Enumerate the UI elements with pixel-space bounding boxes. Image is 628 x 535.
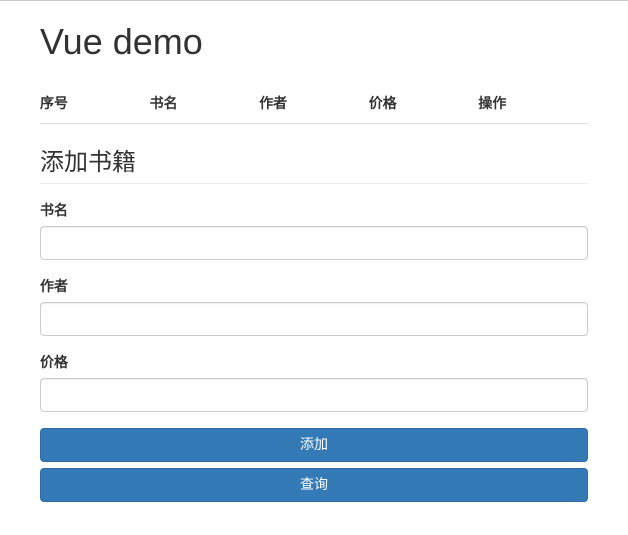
table-header-price: 价格 [369, 93, 479, 113]
author-input[interactable] [40, 302, 588, 336]
form-group-author: 作者 [40, 276, 588, 336]
add-button[interactable]: 添加 [40, 428, 588, 462]
table-header-serial: 序号 [40, 93, 150, 113]
price-label: 价格 [40, 352, 588, 372]
bookname-input[interactable] [40, 226, 588, 260]
search-button[interactable]: 查询 [40, 468, 588, 502]
main-container: Vue demo 序号 书名 作者 价格 操作 添加书籍 书名 作者 价格 添加… [0, 1, 628, 528]
bookname-label: 书名 [40, 200, 588, 220]
table-header-author: 作者 [259, 93, 369, 113]
form-group-bookname: 书名 [40, 200, 588, 260]
button-group: 添加 查询 [40, 428, 588, 502]
author-label: 作者 [40, 276, 588, 296]
form-group-price: 价格 [40, 352, 588, 412]
table-header-bookname: 书名 [150, 93, 260, 113]
price-input[interactable] [40, 378, 588, 412]
form-title: 添加书籍 [40, 142, 588, 184]
table-header-action: 操作 [478, 93, 588, 113]
table-header-row: 序号 书名 作者 价格 操作 [40, 83, 588, 124]
page-title: Vue demo [40, 21, 588, 63]
